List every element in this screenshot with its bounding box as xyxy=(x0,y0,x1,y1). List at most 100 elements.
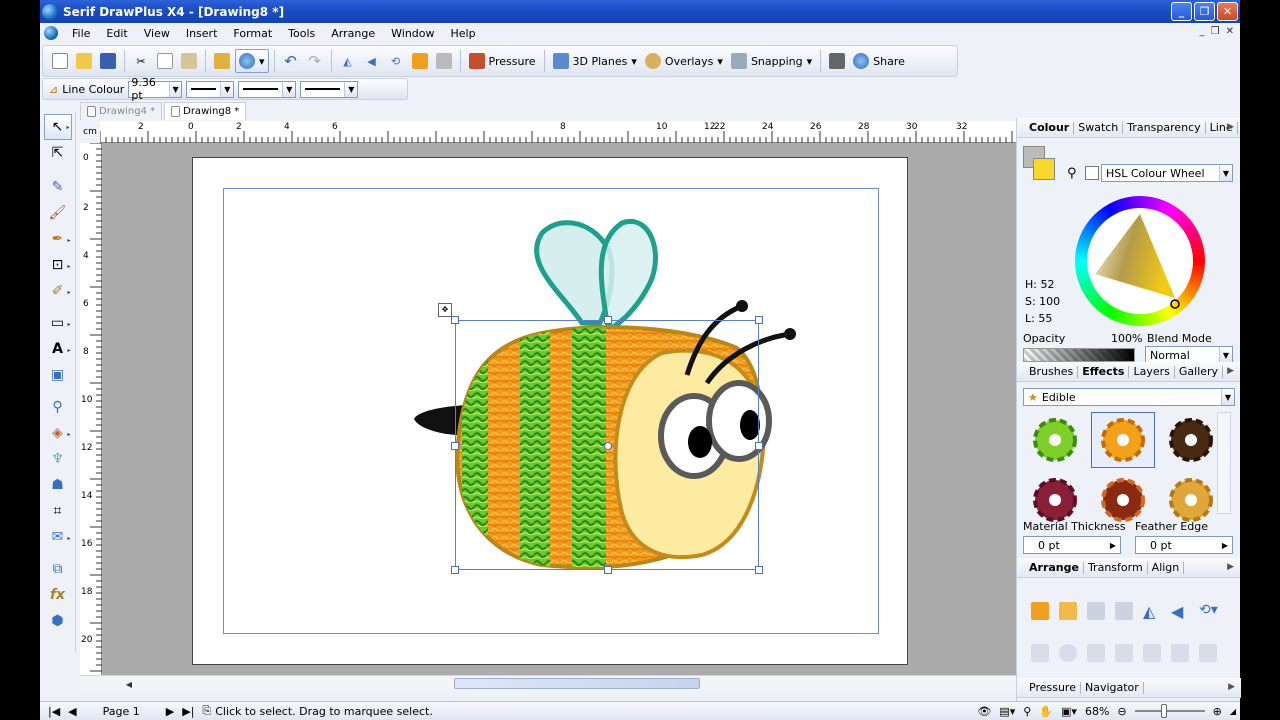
rotation-center-handle[interactable] xyxy=(604,442,612,450)
menu-arrange[interactable]: Arrange xyxy=(323,27,383,40)
zoom-tool-icon[interactable]: ⚲ xyxy=(1019,705,1035,718)
connector-tool[interactable]: ⊡ ▸ xyxy=(44,252,72,278)
horizontal-scroll-thumb[interactable] xyxy=(454,678,700,689)
flip-vertical-icon[interactable]: ◀ xyxy=(361,49,383,73)
effect-swatch-selected[interactable] xyxy=(1091,412,1155,468)
pen-tool[interactable]: ✒ ▸ xyxy=(44,226,72,252)
new-icon[interactable] xyxy=(49,49,71,73)
split-icon[interactable] xyxy=(1199,644,1217,662)
tab-align[interactable]: Align xyxy=(1148,561,1185,574)
crop-tool[interactable]: ⌗ xyxy=(44,498,72,524)
colour-mode-select[interactable]: HSL Colour Wheel ▼ xyxy=(1101,164,1233,182)
intersect-icon[interactable] xyxy=(1143,644,1161,662)
tab-transparency[interactable]: Transparency xyxy=(1123,121,1206,134)
scroll-left-icon[interactable]: ◀ xyxy=(122,677,136,691)
flip-horizontal-icon[interactable]: ◭ xyxy=(337,49,359,73)
effects-fx-tool[interactable]: fx xyxy=(44,582,72,608)
bring-to-front-icon[interactable] xyxy=(1031,602,1049,620)
overlays-button[interactable]: Overlays ▾ xyxy=(642,49,726,73)
zoom-in-icon[interactable]: ⊕ xyxy=(1209,705,1226,718)
contour-tool[interactable]: ☗ xyxy=(44,472,72,498)
redo-icon[interactable]: ↷ xyxy=(304,49,326,73)
bring-forward-icon[interactable] xyxy=(1059,602,1077,620)
material-thickness-field[interactable]: 0 pt ▶ xyxy=(1023,536,1121,554)
fill-line-swatch[interactable] xyxy=(1023,146,1057,180)
resize-handle-r[interactable] xyxy=(755,442,763,450)
send-back-icon[interactable] xyxy=(433,49,455,73)
rotate-icon[interactable]: ⟲ xyxy=(385,49,407,73)
brush-tool[interactable]: 🖌 xyxy=(44,200,72,226)
3d-planes-button[interactable]: 3D Planes ▾ xyxy=(550,49,640,73)
print-icon[interactable] xyxy=(826,49,848,73)
copy-icon[interactable] xyxy=(154,49,176,73)
image-tool[interactable]: ▣ xyxy=(44,362,72,388)
paste-icon[interactable] xyxy=(178,49,200,73)
doc-restore-icon[interactable]: ❐ xyxy=(1211,26,1220,37)
colour-picker-tool[interactable]: ⚲ xyxy=(44,394,72,420)
doc-minimize-icon[interactable]: _ xyxy=(1200,26,1205,37)
save-icon[interactable] xyxy=(97,49,119,73)
bring-forward-icon[interactable] xyxy=(409,49,431,73)
tab-drawing8[interactable]: Drawing8 * xyxy=(164,102,247,120)
resize-handle-l[interactable] xyxy=(451,442,459,450)
panel-menu-icon[interactable]: ▶ xyxy=(1227,562,1234,572)
tab-brushes[interactable]: Brushes xyxy=(1025,365,1079,378)
pressure-button[interactable]: Pressure xyxy=(466,49,539,73)
transparency-tool[interactable]: ♆ xyxy=(44,446,72,472)
menu-view[interactable]: View xyxy=(136,27,178,40)
blend-tool[interactable]: ⧉ xyxy=(44,556,72,582)
zoom-options-icon[interactable]: ▣▾ xyxy=(1057,705,1081,718)
document-icon[interactable] xyxy=(44,26,58,40)
node-tool[interactable]: ⇱ xyxy=(44,140,72,166)
subtract-icon[interactable] xyxy=(1115,644,1133,662)
tab-drawing4[interactable]: Drawing4 * xyxy=(80,102,163,120)
feather-edge-field[interactable]: 0 pt ▶ xyxy=(1135,536,1233,554)
next-page-icon[interactable]: ▶ xyxy=(162,705,178,718)
paint-tool[interactable]: ✐ ▸ xyxy=(44,278,72,304)
3d-tool[interactable]: ⬢ xyxy=(44,608,72,634)
tab-navigator[interactable]: Navigator xyxy=(1081,681,1144,694)
tab-gallery[interactable]: Gallery xyxy=(1175,365,1224,378)
resize-handle-br[interactable] xyxy=(755,566,763,574)
line-cap-select[interactable]: ▼ xyxy=(300,80,359,98)
panel-menu-icon[interactable]: ▶ xyxy=(1227,366,1234,376)
page-indicator[interactable]: Page 1 xyxy=(99,705,144,718)
zoom-level[interactable]: 68% xyxy=(1081,705,1113,718)
menu-file[interactable]: File xyxy=(64,27,98,40)
menu-tools[interactable]: Tools xyxy=(280,27,323,40)
prev-page-icon[interactable]: ◀ xyxy=(64,705,80,718)
pan-tool-icon[interactable]: ✋ xyxy=(1035,705,1057,718)
tab-pressure[interactable]: Pressure xyxy=(1025,681,1081,694)
resize-handle-t[interactable] xyxy=(604,316,612,324)
undo-icon[interactable]: ↶ xyxy=(280,49,302,73)
snapping-button[interactable]: Snapping ▾ xyxy=(728,49,815,73)
zoom-slider[interactable] xyxy=(1134,704,1205,718)
eyedropper-icon[interactable]: ⚲ xyxy=(1067,166,1077,181)
pointer-tool[interactable]: ↖ ▸ xyxy=(43,114,72,140)
maximize-button[interactable]: ❐ xyxy=(1194,2,1215,21)
rotate-icon[interactable]: ⟲▾ xyxy=(1199,602,1218,620)
last-page-icon[interactable]: ▶| xyxy=(178,705,198,718)
line-style-select[interactable]: ▼ xyxy=(186,80,235,98)
add-icon[interactable] xyxy=(1087,644,1105,662)
menu-insert[interactable]: Insert xyxy=(178,27,226,40)
share-button[interactable]: Share xyxy=(850,49,908,73)
minimize-button[interactable]: _ xyxy=(1171,2,1192,21)
text-tool[interactable]: A ▸ xyxy=(44,336,72,362)
tab-colour[interactable]: Colour xyxy=(1025,121,1075,134)
menu-window[interactable]: Window xyxy=(383,27,442,40)
shape-tool[interactable]: ▭ ▸ xyxy=(44,310,72,336)
effect-swatch[interactable] xyxy=(1023,412,1087,468)
hsl-colour-wheel[interactable] xyxy=(1075,196,1205,326)
resize-grip-icon[interactable]: ◢ xyxy=(1226,707,1240,716)
menu-edit[interactable]: Edit xyxy=(98,27,135,40)
join-icon[interactable] xyxy=(1171,644,1189,662)
send-to-back-icon[interactable] xyxy=(1115,602,1133,620)
doc-close-icon[interactable]: ✕ xyxy=(1226,26,1234,37)
combine-icon[interactable] xyxy=(1059,644,1077,662)
resize-handle-b[interactable] xyxy=(604,566,612,574)
effect-swatch[interactable] xyxy=(1159,412,1223,468)
zoom-out-icon[interactable]: ⊖ xyxy=(1113,705,1130,718)
fill-tool[interactable]: ◈ ▸ xyxy=(44,420,72,446)
horizontal-scrollbar[interactable]: ◀ ▶ xyxy=(80,675,1032,691)
